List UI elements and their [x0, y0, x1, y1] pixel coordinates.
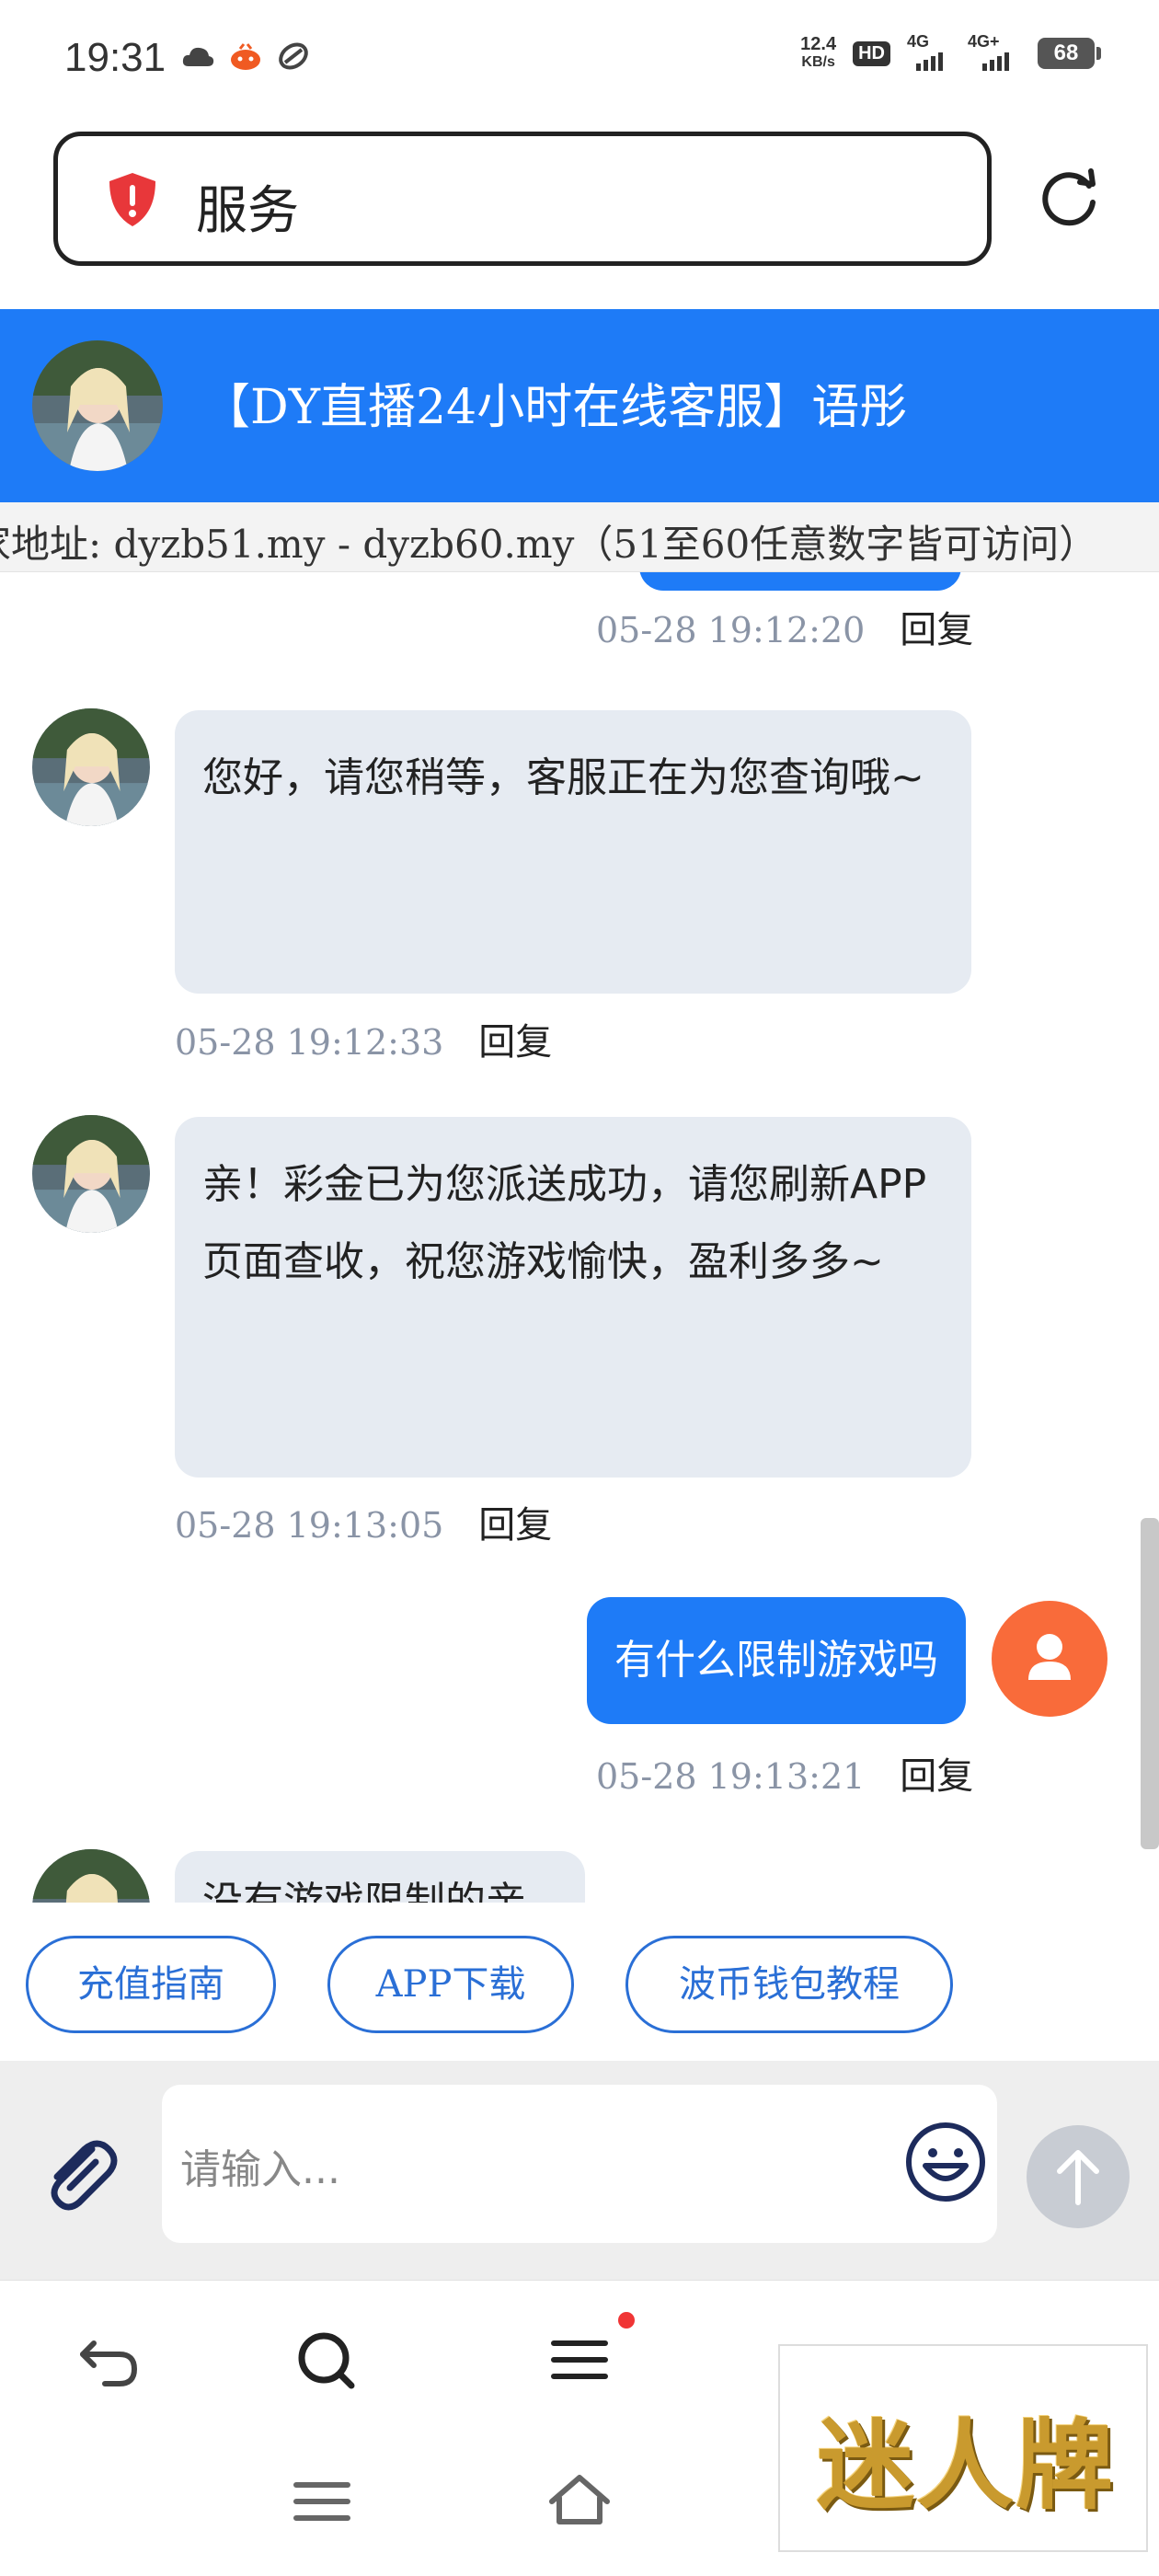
- chat-header: 【DY直播24小时在线客服】语彤: [0, 309, 1159, 502]
- battery-indicator: 68: [1038, 38, 1101, 69]
- watermark-text: 迷人牌: [817, 2408, 1115, 2523]
- quick-reply-bar: 充值指南 APP下载 波币钱包教程: [0, 1903, 1159, 2061]
- user-icon: [1028, 1634, 1071, 1680]
- message-time: 05-28 19:13:21: [596, 1756, 866, 1797]
- send-button[interactable]: [1027, 2125, 1130, 2228]
- signal-icon-1: 4G: [907, 32, 951, 71]
- emoji-icon[interactable]: [903, 2120, 988, 2204]
- message-time: 05-28 19:12:20: [596, 610, 866, 650]
- back-icon[interactable]: [74, 2323, 147, 2397]
- quick-reply-recharge-guide[interactable]: 充值指南: [26, 1936, 276, 2033]
- tabs-icon[interactable]: [285, 2465, 359, 2538]
- chat-scrollbar[interactable]: [1141, 1518, 1159, 1849]
- watermark-logo: 迷人牌: [778, 2344, 1148, 2552]
- menu-icon[interactable]: [545, 2323, 618, 2397]
- link-icon: [279, 42, 308, 70]
- search-icon[interactable]: [291, 2323, 364, 2397]
- message-meta: 05-28 19:13:05 回复: [175, 1495, 552, 1548]
- home-icon[interactable]: [543, 2465, 616, 2538]
- status-right-icons: 12.4 KB/s HD 4G 4G+ 68: [800, 32, 1101, 72]
- agent-avatar[interactable]: [32, 340, 163, 471]
- message-input[interactable]: 请输入...: [162, 2085, 997, 2243]
- send-arrow-icon: [1057, 2150, 1099, 2205]
- agent-avatar: [32, 708, 150, 826]
- attachment-icon[interactable]: [35, 2129, 123, 2217]
- reply-link[interactable]: 回复: [478, 1495, 552, 1548]
- reply-link[interactable]: 回复: [900, 600, 973, 653]
- status-time: 19:31: [64, 35, 166, 80]
- agent-message-bubble: 没有游戏限制的亲: [175, 1851, 585, 1903]
- previous-user-bubble: [639, 572, 961, 591]
- network-speed-unit: KB/s: [801, 54, 835, 70]
- user-message-bubble: 有什么限制游戏吗: [587, 1597, 966, 1724]
- message-meta: 05-28 19:13:21 回复: [596, 1746, 973, 1800]
- user-avatar: [992, 1601, 1107, 1717]
- hd-voice-badge: HD: [853, 40, 890, 66]
- message-meta: 05-28 19:12:33 回复: [175, 1012, 552, 1065]
- signal-label-1: 4G: [907, 32, 930, 51]
- status-notification-icons: [180, 40, 311, 72]
- chat-messages[interactable]: 05-28 19:12:20 回复 您好，请您稍等，客服正在为您查询哦~ 05-…: [0, 572, 1159, 1903]
- quick-reply-app-download[interactable]: APP下载: [327, 1936, 574, 2033]
- cloud-icon: [182, 47, 214, 66]
- reply-link[interactable]: 回复: [478, 1012, 552, 1065]
- announcement-text: 家地址: dyzb51.my - dyzb60.my（51至60任意数字皆可访问…: [0, 522, 1098, 567]
- message-input-placeholder: 请输入...: [180, 2146, 340, 2193]
- agent-avatar: [32, 1849, 150, 1903]
- message-input-area: 请输入...: [0, 2061, 1159, 2280]
- signal-label-2: 4G+: [968, 32, 1000, 51]
- message-meta: 05-28 19:12:20 回复: [596, 600, 973, 653]
- agent-message-bubble: 亲！彩金已为您派送成功，请您刷新APP页面查收，祝您游戏愉快，盈利多多~: [175, 1117, 971, 1478]
- address-bar[interactable]: 服务: [53, 132, 992, 266]
- signal-icon-2: 4G+: [968, 32, 1021, 71]
- menu-notification-dot: [618, 2312, 635, 2329]
- address-text[interactable]: 服务: [196, 169, 299, 244]
- reply-link[interactable]: 回复: [900, 1746, 973, 1800]
- network-speed-value: 12.4: [800, 34, 837, 54]
- quick-reply-wallet-tutorial[interactable]: 波币钱包教程: [625, 1936, 953, 2033]
- agent-avatar: [32, 1115, 150, 1233]
- network-speed: 12.4 KB/s: [800, 35, 836, 72]
- announcement-marquee: 家地址: dyzb51.my - dyzb60.my（51至60任意数字皆可访问…: [0, 502, 1159, 572]
- chat-title: 【DY直播24小时在线客服】语彤: [202, 380, 908, 435]
- shield-alert-icon[interactable]: [106, 171, 159, 228]
- message-time: 05-28 19:12:33: [175, 1022, 444, 1063]
- agent-message-bubble: 您好，请您稍等，客服正在为您查询哦~: [175, 710, 971, 994]
- message-time: 05-28 19:13:05: [175, 1505, 444, 1546]
- notification-app-icon: [231, 43, 260, 70]
- refresh-icon[interactable]: [1038, 166, 1102, 230]
- status-bar: 19:31 12.4 KB/s HD 4G 4G+ 68: [0, 0, 1159, 120]
